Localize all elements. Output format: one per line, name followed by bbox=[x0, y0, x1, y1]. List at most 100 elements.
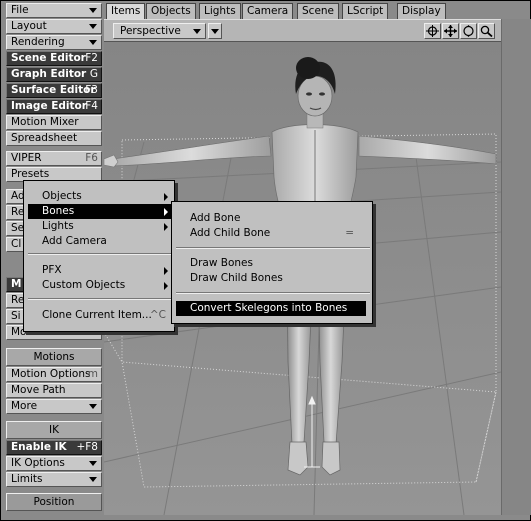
motion-mixer-label: Motion Mixer bbox=[11, 116, 79, 128]
size-label: Si bbox=[11, 310, 21, 322]
rotate-view-icon[interactable] bbox=[460, 23, 477, 39]
menu-item-label: Draw Bones bbox=[190, 257, 253, 269]
viewport-header: Perspective bbox=[104, 19, 501, 42]
menu-item-label: Lights bbox=[42, 220, 74, 232]
graph-editor-label: Graph Editor bbox=[11, 68, 87, 80]
shortcut-label: F6 bbox=[85, 152, 98, 164]
ik-options-label: IK Options bbox=[11, 457, 65, 469]
bones-submenu: Add Bone Add Child Bone = Draw Bones Draw… bbox=[171, 201, 373, 324]
modify-label: M bbox=[11, 278, 22, 290]
view-mode-dropdown[interactable]: Perspective bbox=[113, 23, 206, 39]
menu-item-label: Clone Current Item... bbox=[42, 309, 152, 321]
move-path-button[interactable]: Move Path bbox=[6, 383, 102, 398]
menu-item-label: Add Child Bone bbox=[190, 227, 271, 239]
tab-label: Objects bbox=[151, 5, 191, 17]
menu-separator bbox=[28, 253, 172, 255]
position-label: Position bbox=[33, 496, 75, 508]
surface-editor-button[interactable]: Surface Editor F3 bbox=[6, 83, 102, 98]
tab-items[interactable]: Items bbox=[106, 3, 146, 19]
menu-item-add-bone[interactable]: Add Bone bbox=[176, 211, 370, 226]
menu-item-label: Add Camera bbox=[42, 235, 107, 247]
shortcut-label: +F8 bbox=[76, 441, 98, 453]
chevron-down-icon bbox=[89, 40, 97, 45]
tab-objects[interactable]: Objects bbox=[146, 3, 196, 19]
tab-label: Camera bbox=[247, 5, 289, 17]
viewport-options-button[interactable] bbox=[208, 23, 222, 39]
viper-button[interactable]: VIPER F6 bbox=[6, 151, 102, 166]
file-label: File bbox=[11, 4, 29, 16]
tab-scene[interactable]: Scene bbox=[297, 3, 340, 19]
menu-item-draw-bones[interactable]: Draw Bones bbox=[176, 256, 370, 271]
chevron-right-icon bbox=[164, 223, 168, 231]
ik-label: IK bbox=[49, 424, 59, 436]
chevron-right-icon bbox=[164, 267, 168, 275]
motion-options-label: Motion Options bbox=[11, 368, 91, 380]
menu-item-label: Bones bbox=[42, 205, 75, 217]
menu-item-objects[interactable]: Objects bbox=[28, 189, 172, 204]
menu-item-add-child-bone[interactable]: Add Child Bone = bbox=[176, 226, 370, 241]
zoom-icon[interactable] bbox=[478, 23, 495, 39]
tab-camera[interactable]: Camera bbox=[242, 3, 294, 19]
graph-editor-button[interactable]: Graph Editor G bbox=[6, 67, 102, 82]
chevron-down-icon bbox=[89, 461, 97, 466]
ik-options-button[interactable]: IK Options bbox=[6, 456, 102, 471]
chevron-down-icon bbox=[211, 29, 219, 34]
view-mode-label: Perspective bbox=[120, 25, 181, 37]
motions-header: Motions bbox=[6, 348, 102, 366]
menu-separator bbox=[28, 298, 172, 300]
menu-item-draw-child-bones[interactable]: Draw Child Bones bbox=[176, 271, 370, 286]
chevron-right-icon bbox=[164, 193, 168, 201]
tab-label: Scene bbox=[302, 5, 335, 17]
enable-ik-button[interactable]: Enable IK +F8 bbox=[6, 440, 102, 455]
viper-label: VIPER bbox=[11, 152, 42, 164]
spreadsheet-label: Spreadsheet bbox=[11, 132, 78, 144]
menu-item-label: Custom Objects bbox=[42, 279, 126, 291]
shortcut-label: G bbox=[89, 68, 98, 80]
rendering-button[interactable]: Rendering bbox=[6, 35, 102, 50]
tab-lights[interactable]: Lights bbox=[199, 3, 241, 19]
scene-editor-button[interactable]: Scene Editor F2 bbox=[6, 51, 102, 66]
move-view-icon[interactable] bbox=[442, 23, 459, 39]
limits-button[interactable]: Limits bbox=[6, 472, 102, 487]
menu-item-custom-objects[interactable]: Custom Objects bbox=[28, 278, 172, 293]
menu-item-convert-skelegons[interactable]: Convert Skelegons into Bones bbox=[176, 301, 366, 316]
menu-item-clone-current-item[interactable]: Clone Current Item... ^C bbox=[28, 308, 172, 323]
tab-label: Display bbox=[402, 5, 441, 17]
spreadsheet-button[interactable]: Spreadsheet bbox=[6, 131, 102, 146]
chevron-down-icon bbox=[193, 29, 201, 34]
more-label: More bbox=[11, 400, 38, 412]
lightwave-layout-window: File Layout Rendering Scene Editor F2 Gra… bbox=[0, 0, 531, 521]
motion-mixer-button[interactable]: Motion Mixer bbox=[6, 115, 102, 130]
more-button[interactable]: More bbox=[6, 399, 102, 414]
layout-label: Layout bbox=[11, 20, 47, 32]
chevron-down-icon bbox=[89, 404, 97, 409]
shortcut-label: = bbox=[345, 227, 354, 239]
menu-item-add-camera[interactable]: Add Camera bbox=[28, 234, 172, 249]
menu-item-lights[interactable]: Lights bbox=[28, 219, 172, 234]
image-editor-label: Image Editor bbox=[11, 100, 87, 112]
viewport-right-strip bbox=[501, 19, 531, 515]
clear-label: Cl bbox=[11, 238, 22, 250]
menu-item-pfx[interactable]: PFX bbox=[28, 263, 172, 278]
menu-item-label: Draw Child Bones bbox=[190, 272, 283, 284]
layout-button[interactable]: Layout bbox=[6, 19, 102, 34]
chevron-down-icon bbox=[89, 477, 97, 482]
rendering-label: Rendering bbox=[11, 36, 65, 48]
shortcut-label: ^C bbox=[149, 309, 166, 321]
file-button[interactable]: File bbox=[6, 3, 102, 18]
image-editor-button[interactable]: Image Editor F4 bbox=[6, 99, 102, 114]
menu-item-label: Add Bone bbox=[190, 212, 241, 224]
chevron-right-icon bbox=[164, 282, 168, 290]
move-icon[interactable] bbox=[424, 23, 441, 39]
menu-item-bones[interactable]: Bones bbox=[28, 204, 172, 219]
tab-display[interactable]: Display bbox=[397, 3, 446, 19]
shortcut-label: F3 bbox=[85, 84, 98, 96]
ik-header: IK bbox=[6, 421, 102, 439]
tab-label: Items bbox=[111, 5, 141, 17]
tab-lscript[interactable]: LScript bbox=[342, 3, 389, 19]
shortcut-label: F2 bbox=[85, 52, 98, 64]
motion-options-button[interactable]: Motion Options m bbox=[6, 367, 102, 382]
menu-item-label: Objects bbox=[42, 190, 82, 202]
scene-editor-label: Scene Editor bbox=[11, 52, 86, 64]
chevron-down-icon bbox=[89, 8, 97, 13]
